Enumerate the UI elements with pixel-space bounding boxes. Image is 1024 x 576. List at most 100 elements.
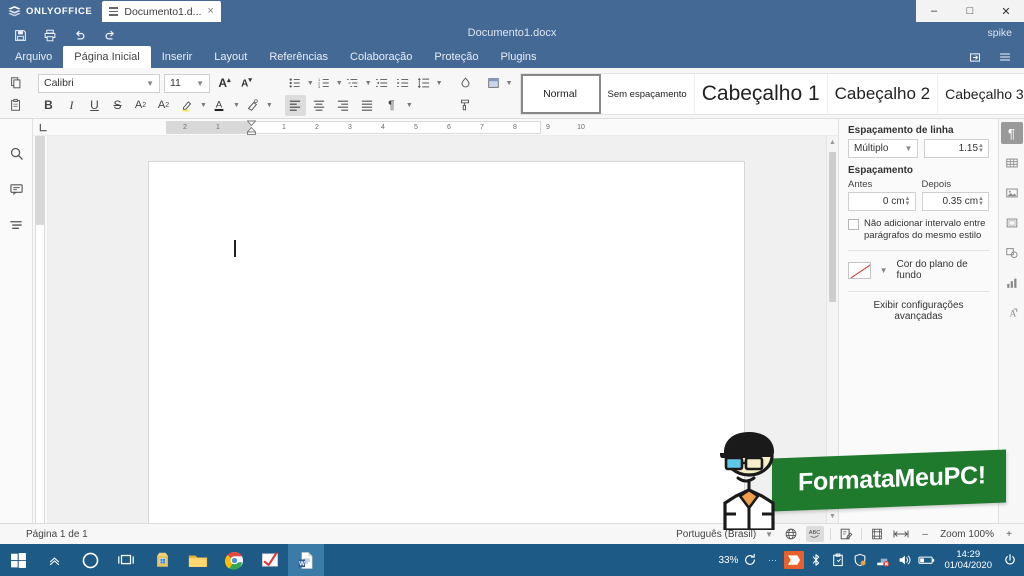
advanced-settings-link[interactable]: Exibir configurações avançadas <box>848 300 989 322</box>
file-explorer-icon[interactable] <box>180 544 216 576</box>
chevron-up-icon[interactable] <box>36 544 72 576</box>
numbered-list-icon[interactable]: 123 <box>314 73 335 94</box>
close-tab-icon[interactable]: × <box>207 6 213 17</box>
copy-icon[interactable] <box>5 73 26 94</box>
clear-style-dropdown-icon[interactable]: ▼ <box>266 102 273 109</box>
fit-page-icon[interactable] <box>868 526 886 542</box>
highlight-color-icon[interactable] <box>176 95 197 116</box>
style-normal[interactable]: Normal <box>520 74 601 114</box>
chevron-down-icon[interactable]: ▼ <box>143 79 157 88</box>
style-sem-espacamento[interactable]: Sem espaçamento <box>600 74 695 114</box>
underline-button[interactable]: U <box>84 95 105 116</box>
onlyoffice-tray-icon[interactable] <box>784 544 805 576</box>
view-settings-icon[interactable] <box>992 47 1018 67</box>
font-name-combo[interactable]: Calibri ▼ <box>38 73 160 93</box>
spacing-before-stepper[interactable]: 0 cm ▲ ▼ <box>848 192 916 211</box>
undo-icon[interactable] <box>66 24 94 46</box>
chevron-down-icon[interactable]: ▼ <box>762 530 776 539</box>
background-color-swatch[interactable] <box>848 261 871 279</box>
clear-formatting-icon[interactable] <box>455 73 476 94</box>
paragraph-background-icon[interactable] <box>483 73 504 94</box>
multilevel-list-dropdown-icon[interactable]: ▼ <box>365 80 372 87</box>
taskbar-clock[interactable]: 14:29 01/04/2020 <box>938 549 998 571</box>
paragraph-background-dropdown-icon[interactable]: ▼ <box>506 80 513 87</box>
chart-settings-icon[interactable] <box>1001 272 1023 294</box>
ruler-track[interactable]: 2 1 1 2 3 4 5 6 7 8 9 10 <box>166 121 585 134</box>
vertical-ruler[interactable] <box>33 136 48 523</box>
multilevel-list-icon[interactable] <box>343 73 364 94</box>
mail-check-icon[interactable] <box>252 544 288 576</box>
bold-button[interactable]: B <box>38 95 59 116</box>
sync-icon[interactable] <box>740 544 760 576</box>
align-left-button[interactable] <box>284 94 306 116</box>
background-color-row[interactable]: ▼ Cor do plano de fundo <box>848 259 989 281</box>
close-window-button[interactable]: ✕ <box>988 0 1024 22</box>
battery-icon[interactable] <box>916 544 936 576</box>
track-changes-icon[interactable] <box>837 526 855 542</box>
volume-icon[interactable] <box>894 544 914 576</box>
clear-style-icon[interactable] <box>242 95 263 116</box>
cortana-circle-icon[interactable] <box>72 544 108 576</box>
highlight-color-dropdown-icon[interactable]: ▼ <box>200 102 207 109</box>
zoom-out-button[interactable]: – <box>916 526 934 542</box>
ribbon-tab-arquivo[interactable]: Arquivo <box>4 46 63 68</box>
style-cabecalho-3[interactable]: Cabeçalho 3 <box>938 74 1024 114</box>
bullet-list-icon[interactable] <box>285 73 306 94</box>
print-icon[interactable] <box>36 24 64 46</box>
align-center-button[interactable] <box>309 95 330 116</box>
no-interval-checkbox-row[interactable]: Não adicionar intervalo entre parágrafos… <box>848 218 989 242</box>
chevron-down-icon[interactable]: ▼ <box>193 79 207 88</box>
italic-button[interactable]: I <box>61 95 82 116</box>
comment-icon[interactable] <box>5 179 27 199</box>
ribbon-tab-referencias[interactable]: Referências <box>258 46 339 68</box>
paragraph-settings-icon[interactable]: ¶ <box>1000 122 1023 144</box>
vertical-scrollbar[interactable]: ▲ ▼ <box>826 136 838 523</box>
font-size-combo[interactable]: 11 ▼ <box>164 73 210 93</box>
chevron-down-icon[interactable]: ▼ <box>877 266 891 275</box>
textbox-settings-icon[interactable] <box>1001 212 1023 234</box>
language-globe-icon[interactable] <box>782 526 800 542</box>
show-hidden-icons[interactable]: ··· <box>762 544 782 576</box>
line-spacing-icon[interactable] <box>414 73 435 94</box>
subscript-button[interactable]: A2 <box>153 95 174 116</box>
font-color-dropdown-icon[interactable]: ▼ <box>233 102 240 109</box>
ribbon-tab-layout[interactable]: Layout <box>203 46 258 68</box>
scroll-up-icon[interactable]: ▲ <box>827 136 838 149</box>
document-page[interactable] <box>149 162 744 523</box>
fit-width-icon[interactable] <box>892 526 910 542</box>
zoom-in-button[interactable]: + <box>1000 526 1018 542</box>
minimize-window-button[interactable]: – <box>916 0 952 22</box>
formatting-marks-dropdown-icon[interactable]: ▼ <box>406 102 413 109</box>
spellcheck-icon[interactable]: ABC <box>806 526 825 542</box>
document-scroll-area[interactable]: ▲ ▼ <box>48 136 838 523</box>
line-spacing-mode-combo[interactable]: Múltiplo ▼ <box>848 139 919 158</box>
decrease-indent-icon[interactable] <box>372 73 393 94</box>
microsoft-store-icon[interactable] <box>144 544 180 576</box>
horizontal-ruler[interactable]: 2 1 1 2 3 4 5 6 7 8 9 10 <box>33 119 838 136</box>
spacing-after-stepper[interactable]: 0.35 cm ▲ ▼ <box>921 192 989 211</box>
task-view-icon[interactable] <box>108 544 144 576</box>
no-interval-checkbox[interactable] <box>848 219 859 230</box>
table-settings-icon[interactable] <box>1001 152 1023 174</box>
stepper-arrows-icon[interactable]: ▲ ▼ <box>978 143 986 154</box>
show-formatting-marks-icon[interactable]: ¶ <box>381 95 402 116</box>
align-right-button[interactable] <box>333 95 354 116</box>
network-error-icon[interactable] <box>872 544 892 576</box>
superscript-button[interactable]: A2 <box>130 95 151 116</box>
ribbon-tab-inserir[interactable]: Inserir <box>151 46 204 68</box>
bullet-list-dropdown-icon[interactable]: ▼ <box>307 80 314 87</box>
line-spacing-value-stepper[interactable]: 1.15 ▲ ▼ <box>924 139 989 158</box>
google-chrome-icon[interactable] <box>216 544 252 576</box>
strikethrough-button[interactable]: S <box>107 95 128 116</box>
image-settings-icon[interactable] <box>1001 182 1023 204</box>
increase-indent-icon[interactable] <box>393 73 414 94</box>
decrease-font-size-icon[interactable]: A▾ <box>236 73 257 94</box>
ribbon-tab-colaboracao[interactable]: Colaboração <box>339 46 423 68</box>
clipboard-icon[interactable] <box>828 544 848 576</box>
paste-icon[interactable] <box>5 95 26 116</box>
style-cabecalho-2[interactable]: Cabeçalho 2 <box>827 74 939 114</box>
align-justify-button[interactable] <box>357 95 378 116</box>
line-spacing-dropdown-icon[interactable]: ▼ <box>436 80 443 87</box>
document-tab[interactable]: Documento1.d... × <box>102 1 221 22</box>
tab-menu-icon[interactable] <box>109 7 119 16</box>
